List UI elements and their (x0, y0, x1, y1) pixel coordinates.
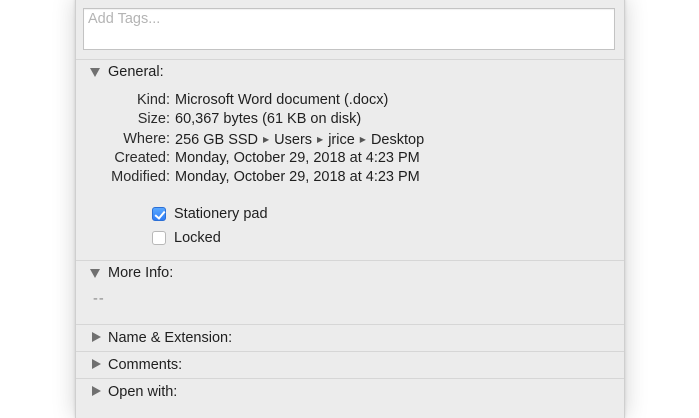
info-label: Modified: (111, 169, 170, 186)
divider (76, 324, 624, 325)
path-component: Desktop (370, 131, 425, 148)
info-label: Kind: (136, 92, 170, 108)
section-comments-label: Comments: (108, 357, 183, 373)
path-value: 256 GB SSD ▶ Users ▶ jrice ▶ Desktop (175, 130, 424, 150)
section-more-info-header[interactable]: More Info: (90, 263, 173, 283)
divider (76, 351, 624, 352)
locked-checkbox-row[interactable]: Locked (152, 229, 221, 247)
info-row-where: Where: 256 GB SSD ▶ Users ▶ jrice ▶ Desktop (76, 130, 624, 149)
info-row-size: Size: 60,367 bytes (61 KB on disk) (76, 110, 624, 129)
info-label: Size: (137, 111, 170, 128)
divider (76, 59, 624, 60)
path-separator-icon: ▶ (359, 134, 366, 144)
tags-field[interactable] (83, 8, 615, 50)
info-label: Created: (114, 149, 170, 166)
locked-checkbox[interactable] (152, 231, 166, 245)
stationery-pad-checkbox-row[interactable]: Stationery pad (152, 205, 268, 223)
stationery-pad-checkbox[interactable] (152, 207, 166, 221)
info-row-created: Created: Monday, October 29, 2018 at 4:2… (76, 149, 624, 168)
section-general-label: General: (108, 64, 164, 80)
path-component: jrice (328, 131, 355, 148)
info-value: Monday, October 29, 2018 at 4:23 PM (175, 149, 420, 166)
disclosure-triangle-right-icon[interactable] (90, 359, 102, 371)
divider (76, 378, 624, 379)
section-more-info-label: More Info: (108, 265, 174, 281)
general-info-grid: Kind: Microsoft Word document (.docx) Si… (76, 91, 624, 187)
disclosure-triangle-down-icon[interactable] (90, 66, 102, 78)
path-component: Users (274, 131, 313, 148)
path-component: 256 GB SSD (175, 131, 259, 148)
section-name-extension-header[interactable]: Name & Extension: (90, 328, 232, 348)
section-comments-header[interactable]: Comments: (90, 355, 182, 375)
disclosure-triangle-down-icon[interactable] (90, 267, 102, 279)
locked-label: Locked (174, 230, 221, 246)
get-info-window: General: Kind: Microsoft Word document (… (75, 0, 625, 418)
stationery-pad-label: Stationery pad (174, 206, 268, 222)
more-info-value: -- (93, 291, 105, 307)
disclosure-triangle-right-icon[interactable] (90, 386, 102, 398)
path-separator-icon: ▶ (317, 134, 324, 144)
info-value: 60,367 bytes (61 KB on disk) (175, 111, 362, 128)
tags-input[interactable] (88, 9, 608, 29)
section-open-with-label: Open with: (108, 384, 178, 400)
section-open-with-header[interactable]: Open with: (90, 382, 177, 402)
info-label: Where: (123, 130, 170, 147)
info-value: Microsoft Word document (.docx) (175, 92, 389, 108)
info-value: Monday, October 29, 2018 at 4:23 PM (175, 169, 420, 186)
info-row-modified: Modified: Monday, October 29, 2018 at 4:… (76, 168, 624, 187)
disclosure-triangle-right-icon[interactable] (90, 332, 102, 344)
section-general-header[interactable]: General: (90, 62, 164, 82)
divider (76, 260, 624, 261)
path-separator-icon: ▶ (263, 134, 270, 144)
section-name-extension-label: Name & Extension: (108, 330, 233, 346)
info-row-kind: Kind: Microsoft Word document (.docx) (76, 91, 624, 110)
